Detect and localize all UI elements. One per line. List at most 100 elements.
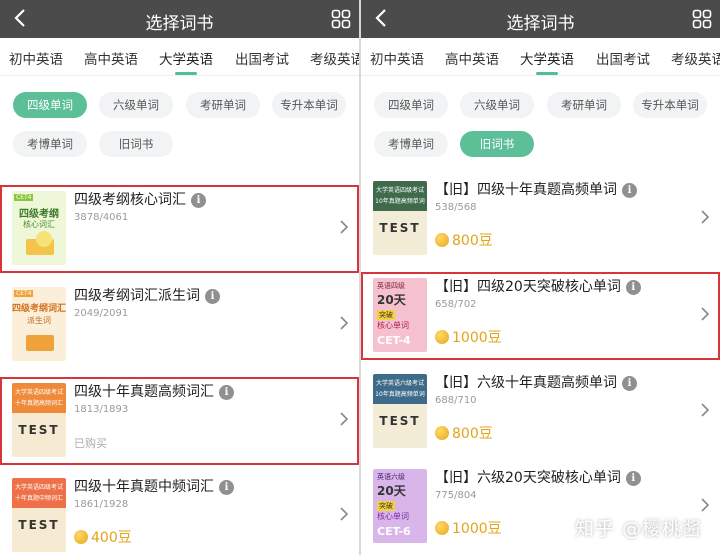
- chip-cet6[interactable]: 六级单词: [460, 92, 534, 118]
- book-item[interactable]: 英语四级 20天 突破 核心单词 CET-4 【旧】四级20天突破核心单词 i 6…: [361, 272, 720, 360]
- tab-senior[interactable]: 高中英语: [445, 48, 499, 68]
- price-text: 1000豆: [452, 521, 502, 537]
- chip-kaoyan[interactable]: 考研单词: [186, 92, 260, 118]
- cover-test-word: TEST: [379, 221, 421, 235]
- chevron-right-icon[interactable]: [339, 411, 349, 427]
- cover-subtitle: 10年真题高频单词: [375, 198, 425, 205]
- word-count: 538/568: [435, 202, 477, 213]
- word-count: 775/804: [435, 490, 477, 501]
- header-bar: 选择词书: [0, 0, 359, 38]
- book-title-text: 【旧】六级十年真题高频单词: [435, 375, 617, 391]
- chip-cet4[interactable]: 四级单词: [374, 92, 448, 118]
- purchased-status: 已购买: [74, 437, 107, 450]
- chevron-right-icon[interactable]: [700, 497, 710, 513]
- grid-menu-icon[interactable]: [331, 9, 351, 29]
- chip-cet4[interactable]: 四级单词: [13, 92, 87, 118]
- grid-menu-icon[interactable]: [692, 9, 712, 29]
- book-cover: 大学英语四级考试 十年真题高频词汇 TEST: [12, 383, 66, 457]
- book-title-text: 四级考纲词汇派生词: [74, 288, 200, 304]
- chip-cet6[interactable]: 六级单词: [99, 92, 173, 118]
- word-count: 2049/2091: [74, 308, 129, 319]
- cover-test-word: TEST: [18, 518, 60, 532]
- cover-title: 大学英语四级考试: [14, 484, 63, 491]
- cover-days: 20天: [377, 293, 406, 307]
- info-icon[interactable]: i: [625, 471, 641, 486]
- info-icon[interactable]: i: [205, 289, 220, 304]
- tab-college[interactable]: 大学英语: [159, 48, 213, 68]
- chevron-right-icon[interactable]: [339, 506, 349, 522]
- tab-abroad[interactable]: 出国考试: [596, 48, 650, 68]
- cover-days: 20天: [377, 484, 406, 498]
- info-icon[interactable]: i: [219, 480, 234, 495]
- info-icon[interactable]: i: [219, 385, 234, 400]
- chip-kaoyan[interactable]: 考研单词: [547, 92, 621, 118]
- book-title: 四级十年真题中频词汇 i: [74, 476, 234, 496]
- chevron-right-icon[interactable]: [339, 315, 349, 331]
- cover-cet: CET-4: [377, 334, 411, 347]
- book-title-text: 【旧】四级20天突破核心单词: [435, 279, 621, 295]
- cover-badge: CET4: [14, 290, 34, 297]
- price: 800豆: [435, 230, 493, 250]
- cover-test-word: TEST: [18, 423, 60, 437]
- cover-level: 英语六级: [377, 473, 405, 481]
- info-icon[interactable]: i: [622, 376, 637, 391]
- tab-abroad[interactable]: 出国考试: [235, 48, 289, 68]
- chip-zhuanshengben[interactable]: 专升本单词: [633, 92, 707, 118]
- cover-title: 四级考纲词汇: [12, 304, 66, 314]
- cover-title: 大学英语六级考试: [375, 380, 424, 387]
- cover-title: 大学英语四级考试: [14, 389, 63, 396]
- cover-test-word: TEST: [379, 414, 421, 428]
- price: 1000豆: [435, 327, 502, 347]
- tab-junior[interactable]: 初中英语: [370, 48, 424, 68]
- book-title-text: 四级考纲核心词汇: [74, 192, 186, 208]
- book-item[interactable]: 大学英语四级考试 10年真题高频单词 TEST 【旧】四级十年真题高频单词 i 5…: [361, 175, 720, 263]
- tab-college[interactable]: 大学英语: [520, 48, 574, 68]
- book-cover: 大学英语六级考试 10年真题高频单词 TEST: [373, 374, 427, 448]
- price-text: 400豆: [91, 530, 132, 546]
- tab-senior[interactable]: 高中英语: [84, 48, 138, 68]
- tab-level[interactable]: 考级英语: [671, 48, 720, 68]
- word-count: 3878/4061: [74, 212, 129, 223]
- cover-subtitle: 10年真题高频单词: [375, 391, 425, 398]
- category-tabs: 初中英语 高中英语 大学英语 出国考试 考级英语: [361, 38, 720, 76]
- book-title: 四级十年真题高频词汇 i: [74, 381, 234, 401]
- chip-kaobo[interactable]: 考博单词: [374, 131, 448, 157]
- chip-kaobo[interactable]: 考博单词: [13, 131, 87, 157]
- book-item[interactable]: 大学英语六级考试 10年真题高频单词 TEST 【旧】六级十年真题高频单词 i 6…: [361, 368, 720, 456]
- info-icon[interactable]: i: [622, 183, 637, 198]
- word-count: 658/702: [435, 299, 477, 310]
- book-item[interactable]: CET4 四级考纲 核心词汇 四级考纲核心词汇 i 3878/4061: [0, 185, 359, 273]
- chip-old-books[interactable]: 旧词书: [460, 131, 534, 157]
- book-title-text: 四级十年真题高频词汇: [74, 384, 214, 400]
- book-title-text: 【旧】四级十年真题高频单词: [435, 182, 617, 198]
- book-cover: 大学英语四级考试 10年真题高频单词 TEST: [373, 181, 427, 255]
- chevron-right-icon[interactable]: [700, 209, 710, 225]
- right-screen: 选择词书 初中英语 高中英语 大学英语 出国考试 考级英语 四级单词 六级单词 …: [361, 0, 720, 555]
- cover-cet: CET-6: [377, 525, 411, 538]
- page-title: 选择词书: [506, 14, 575, 34]
- word-count: 1861/1928: [74, 499, 129, 510]
- book-item[interactable]: CET4 四级考纲词汇 派生词 四级考纲词汇派生词 i 2049/2091: [0, 281, 359, 369]
- cover-illustration: [36, 231, 52, 247]
- tab-level[interactable]: 考级英语: [310, 48, 359, 68]
- chip-old-books[interactable]: 旧词书: [99, 131, 173, 157]
- book-item[interactable]: 大学英语四级考试 十年真题高频词汇 TEST 四级十年真题高频词汇 i 1813/…: [0, 377, 359, 465]
- tab-junior[interactable]: 初中英语: [9, 48, 63, 68]
- chevron-right-icon[interactable]: [700, 306, 710, 322]
- chip-zhuanshengben[interactable]: 专升本单词: [272, 92, 346, 118]
- chevron-right-icon[interactable]: [339, 219, 349, 235]
- cover-line: 突破: [377, 310, 395, 320]
- price-text: 800豆: [452, 233, 493, 249]
- cover-subtitle: 派生词: [27, 316, 51, 325]
- book-title-text: 四级十年真题中频词汇: [74, 479, 214, 495]
- info-icon[interactable]: i: [191, 193, 206, 208]
- chevron-right-icon[interactable]: [700, 402, 710, 418]
- watermark: 知乎 @樱桃酱: [574, 518, 702, 540]
- cover-badge: CET4: [14, 194, 34, 201]
- book-item[interactable]: 大学英语四级考试 十年真题中频词汇 TEST 四级十年真题中频词汇 i 1861/…: [0, 472, 359, 555]
- cover-subtitle: 核心词汇: [23, 220, 55, 229]
- info-icon[interactable]: i: [625, 280, 641, 295]
- active-tab-indicator: [536, 72, 558, 75]
- left-screen: 选择词书 初中英语 高中英语 大学英语 出国考试 考级英语 四级单词 六级单词 …: [0, 0, 359, 555]
- cover-illustration: [26, 335, 54, 351]
